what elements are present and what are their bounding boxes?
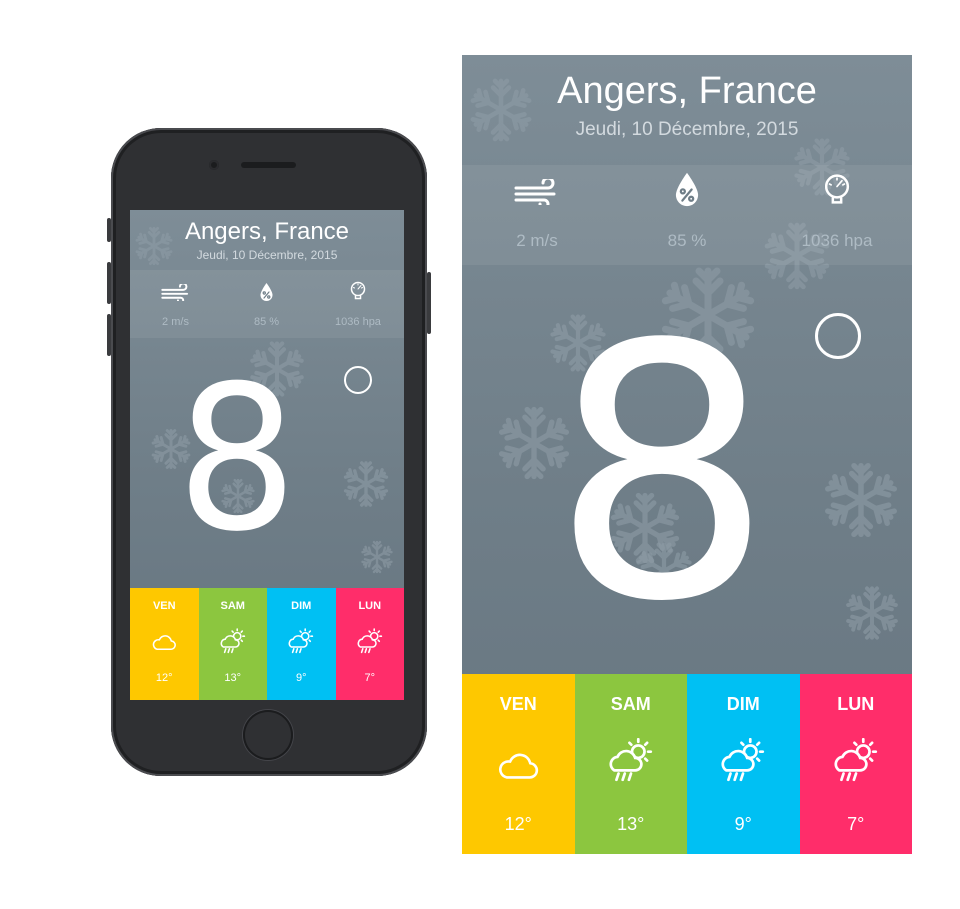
sun-cloud-rain-icon: [286, 628, 316, 654]
phone-camera: [209, 160, 219, 170]
forecast-strip: VEN 12° SAM 13° DIM 9° LUN 7°: [462, 674, 912, 854]
city-name: Angers, France: [557, 70, 817, 112]
snowflake-icon: [844, 585, 900, 641]
forecast-day-ven[interactable]: VEN 12°: [130, 588, 199, 700]
humidity-value: 85 %: [667, 231, 707, 250]
degree-symbol: [344, 366, 372, 394]
forecast-day-lun[interactable]: LUN 7°: [799, 674, 912, 854]
forecast-temp: 9°: [295, 672, 307, 684]
phone-volume-up-button: [107, 262, 111, 304]
forecast-day-label: LUN: [358, 600, 382, 612]
stat-humidity: 85 %: [612, 171, 762, 261]
forecast-day-dim[interactable]: DIM 9°: [687, 674, 800, 854]
forecast-temp: 12°: [155, 672, 173, 684]
forecast-temp: 7°: [364, 672, 376, 684]
humidity-icon: [259, 282, 274, 302]
current-temperature: 8: [176, 343, 298, 576]
stat-humidity: 85 %: [221, 282, 312, 332]
wind-icon: [514, 179, 560, 205]
phone-screen: Angers, France Jeudi, 10 Décembre, 2015 …: [130, 210, 404, 700]
date-label: Jeudi, 10 Décembre, 2015: [575, 119, 799, 140]
forecast-temp: 9°: [734, 814, 752, 834]
sun-cloud-rain-icon: [830, 738, 882, 782]
snowflake-icon: [822, 461, 900, 539]
sun-cloud-rain-icon: [605, 738, 657, 782]
stats-bar: 2 m/s 85 % 1036 hpa: [130, 270, 404, 338]
forecast-day-label: DIM: [291, 600, 312, 612]
wind-icon: [161, 284, 191, 301]
phone-mute-switch: [107, 218, 111, 242]
pressure-value: 1036 hpa: [335, 316, 381, 328]
forecast-day-label: DIM: [726, 694, 760, 714]
wind-value: 2 m/s: [516, 231, 558, 250]
stat-pressure: 1036 hpa: [312, 281, 404, 333]
wind-value: 2 m/s: [162, 316, 189, 328]
forecast-day-sam[interactable]: SAM 13°: [574, 674, 687, 854]
cloud-icon: [151, 634, 177, 651]
phone-volume-down-button: [107, 314, 111, 356]
forecast-day-ven[interactable]: VEN 12°: [462, 674, 575, 854]
stat-wind: 2 m/s: [462, 179, 612, 259]
forecast-strip: VEN 12° SAM 13° DIM 9° LUN 7°: [130, 588, 404, 700]
forecast-temp: 13°: [224, 672, 242, 684]
sun-cloud-rain-icon: [717, 738, 769, 782]
stats-bar: 2 m/s 85 % 1036 hpa: [462, 165, 912, 265]
current-temperature: 8: [550, 270, 774, 678]
stat-wind: 2 m/s: [130, 284, 221, 332]
phone-home-button[interactable]: [243, 710, 293, 760]
forecast-day-lun[interactable]: LUN 7°: [335, 588, 404, 700]
phone-speaker: [241, 162, 296, 168]
humidity-icon: [673, 171, 701, 208]
phone-power-button: [427, 272, 431, 334]
degree-symbol: [815, 313, 861, 359]
pressure-value: 1036 hpa: [801, 231, 873, 250]
forecast-temp: 7°: [847, 814, 865, 834]
app-screen-large: Angers, France Jeudi, 10 Décembre, 2015 …: [462, 55, 912, 854]
forecast-day-label: SAM: [610, 694, 651, 714]
stat-pressure: 1036 hpa: [762, 173, 912, 263]
forecast-day-label: VEN: [499, 694, 537, 714]
humidity-value: 85 %: [253, 316, 280, 328]
forecast-day-dim[interactable]: DIM 9°: [267, 588, 336, 700]
forecast-day-sam[interactable]: SAM 13°: [198, 588, 267, 700]
sun-cloud-rain-icon: [218, 628, 248, 654]
forecast-day-label: LUN: [837, 694, 875, 714]
pressure-gauge-icon: [822, 173, 852, 205]
cloud-icon: [496, 752, 540, 780]
forecast-day-label: VEN: [152, 600, 176, 612]
snowflake-icon: [360, 540, 394, 574]
sun-cloud-rain-icon: [355, 628, 385, 654]
forecast-temp: 12°: [504, 814, 532, 834]
pressure-gauge-icon: [349, 281, 367, 300]
forecast-temp: 13°: [617, 814, 645, 834]
city-name: Angers, France: [184, 218, 350, 245]
date-label: Jeudi, 10 Décembre, 2015: [196, 248, 338, 262]
forecast-day-label: SAM: [220, 600, 245, 612]
snowflake-icon: [342, 460, 390, 508]
